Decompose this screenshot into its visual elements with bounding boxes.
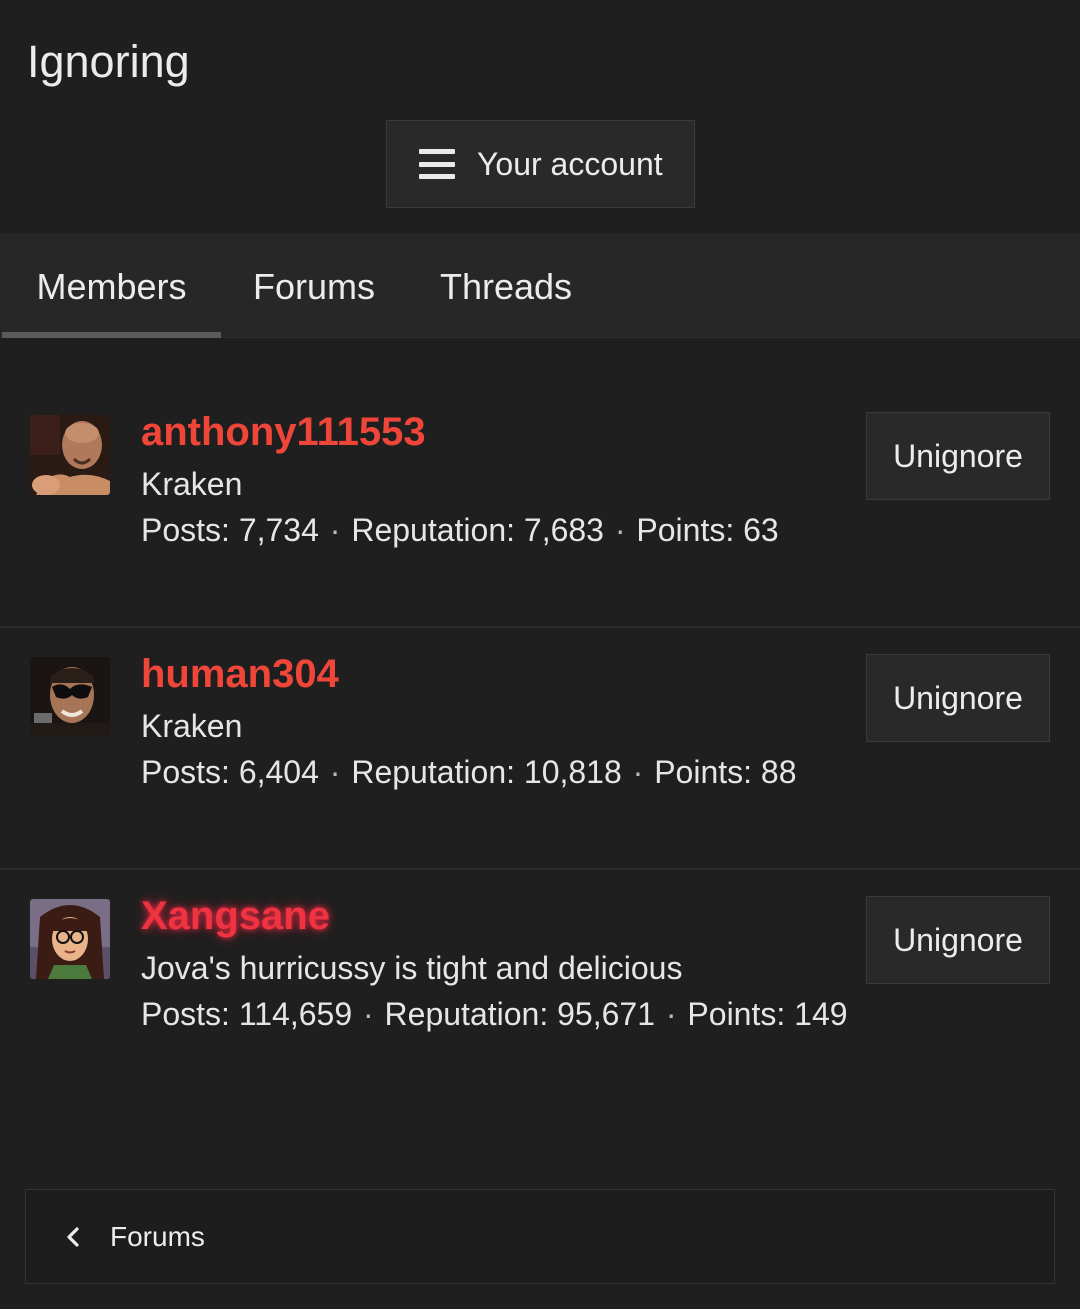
stat-separator: ·: [329, 512, 341, 548]
member-title: Kraken: [141, 708, 243, 744]
your-account-button[interactable]: Your account: [386, 120, 695, 208]
member-stats: Posts: 6,404 · Reputation: 10,818 · Poin…: [141, 754, 797, 791]
stat-separator: ·: [363, 996, 374, 1032]
avatar[interactable]: [30, 899, 110, 979]
posts-value: 114,659: [238, 996, 353, 1032]
unignore-button[interactable]: Unignore: [866, 412, 1050, 500]
member-stats: Posts: 7,734 · Reputation: 7,683 · Point…: [141, 512, 779, 549]
reputation-value: 7,683: [523, 512, 604, 548]
breadcrumb[interactable]: Forums: [25, 1189, 1055, 1284]
menu-icon: [419, 149, 455, 179]
reputation-label: Reputation:: [351, 754, 515, 790]
member-title: Kraken: [141, 466, 243, 502]
reputation-label: Reputation:: [351, 512, 515, 548]
posts-label: Posts:: [141, 512, 230, 548]
points-label: Points:: [687, 996, 786, 1032]
your-account-label: Your account: [477, 145, 663, 182]
points-value: 63: [743, 512, 779, 548]
reputation-value: 95,671: [557, 996, 655, 1032]
posts-label: Posts:: [141, 996, 230, 1032]
unignore-button[interactable]: Unignore: [866, 896, 1050, 984]
points-label: Points:: [636, 512, 735, 548]
stat-separator: ·: [329, 754, 341, 790]
member-title: Jova's hurricussy is tight and delicious: [141, 950, 683, 986]
points-value: 88: [760, 754, 797, 790]
points-label: Points:: [654, 754, 753, 790]
member-row: anthony111553 Kraken Posts: 7,734 · Repu…: [0, 386, 1080, 628]
avatar[interactable]: [30, 415, 110, 495]
posts-value: 6,404: [238, 754, 319, 790]
reputation-value: 10,818: [523, 754, 622, 790]
unignore-button[interactable]: Unignore: [866, 654, 1050, 742]
member-username[interactable]: anthony111553: [141, 410, 426, 455]
member-row: human304 Kraken Posts: 6,404 · Reputatio…: [0, 628, 1080, 870]
tab-bar: Members Forums Threads: [0, 234, 1080, 338]
stat-separator: ·: [665, 996, 677, 1032]
reputation-label: Reputation:: [384, 996, 549, 1032]
ignoring-page: Ignoring Your account Members Forums Thr…: [0, 0, 1080, 1309]
points-value: 149: [794, 996, 848, 1032]
tab-members[interactable]: Members: [2, 235, 221, 338]
member-stats: Posts: 114,659 · Reputation: 95,671 · Po…: [141, 996, 848, 1033]
posts-label: Posts:: [141, 754, 230, 790]
breadcrumb-label: Forums: [110, 1220, 205, 1252]
tab-threads[interactable]: Threads: [407, 235, 605, 338]
chevron-left-icon: [67, 1226, 79, 1247]
avatar[interactable]: [30, 657, 110, 737]
member-row: Xangsane Jova's hurricussy is tight and …: [0, 870, 1080, 1112]
posts-value: 7,734: [238, 512, 319, 548]
page-title: Ignoring: [27, 36, 190, 87]
stat-separator: ·: [632, 754, 644, 790]
member-username[interactable]: human304: [141, 652, 339, 697]
member-username[interactable]: Xangsane: [141, 894, 330, 939]
stat-separator: ·: [614, 512, 626, 548]
tab-forums[interactable]: Forums: [221, 235, 407, 338]
